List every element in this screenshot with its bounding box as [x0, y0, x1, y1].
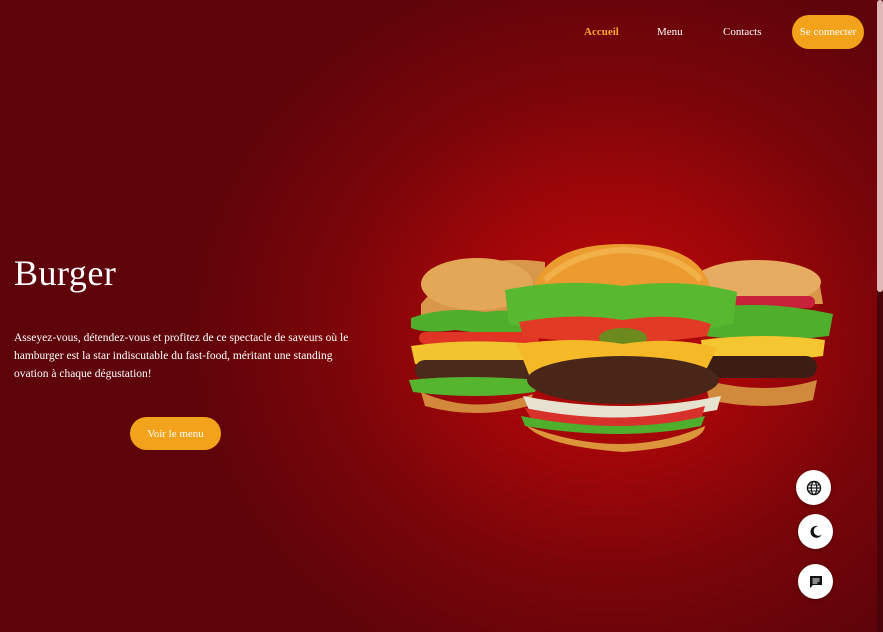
nav-link-menu[interactable]: Menu	[657, 26, 683, 38]
main-nav: Accueil Menu Contacts Se connecter	[584, 15, 864, 49]
view-menu-button[interactable]: Voir le menu	[130, 417, 221, 450]
chat-icon	[809, 575, 822, 588]
nav-link-home[interactable]: Accueil	[584, 26, 619, 38]
language-button[interactable]	[796, 470, 831, 505]
chat-button[interactable]	[798, 564, 833, 599]
nav-link-contacts[interactable]: Contacts	[723, 26, 762, 38]
login-button[interactable]: Se connecter	[792, 15, 864, 49]
hero-title: Burger	[14, 253, 117, 293]
moon-icon	[809, 525, 822, 538]
hero-description: Asseyez-vous, détendez-vous et profitez …	[14, 332, 349, 380]
burger-image	[409, 244, 833, 452]
globe-icon	[806, 480, 821, 495]
theme-toggle-button[interactable]	[798, 514, 833, 549]
scrollbar-thumb[interactable]	[877, 0, 883, 292]
scrollbar-track[interactable]	[877, 0, 883, 632]
center-burger	[505, 244, 737, 452]
